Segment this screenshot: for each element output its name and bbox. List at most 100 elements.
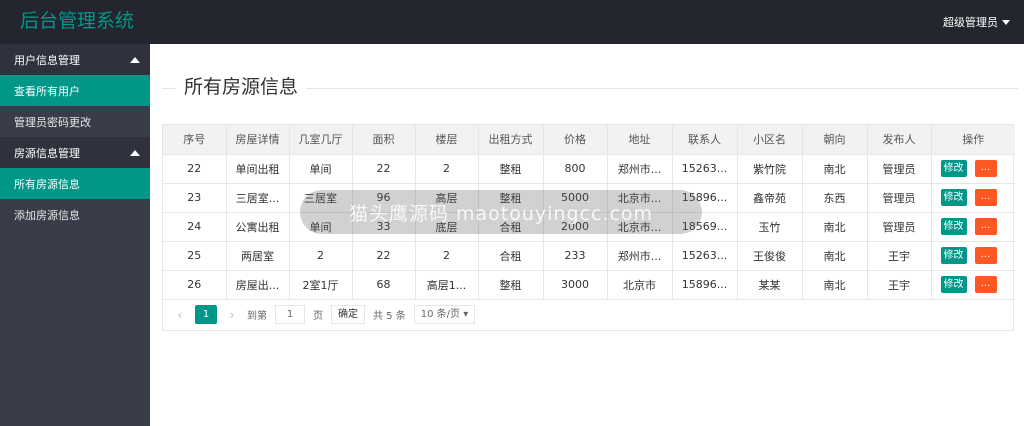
table-cell: 某某 (737, 270, 803, 300)
table-cell: 整租 (478, 270, 544, 300)
column-header: 面积 (352, 125, 416, 155)
table-cell: 王宇 (867, 270, 932, 300)
title-row: 所有房源信息 (162, 75, 1018, 99)
table-cell: 2 (415, 241, 479, 271)
table-cell: 单间出租 (226, 154, 290, 184)
table-cell: 合租 (478, 241, 544, 271)
table-cell: 南北 (802, 154, 868, 184)
table-cell: 王宇 (867, 241, 932, 271)
table-cell: 单间 (289, 154, 353, 184)
table-cell: 王俊俊 (737, 241, 803, 271)
table-cell: 东西 (802, 183, 868, 213)
table-cell: 三居室... (226, 183, 290, 213)
caret-up-icon (130, 56, 140, 63)
column-header: 序号 (163, 125, 227, 155)
table-cell: 233 (543, 241, 608, 271)
main-content: 所有房源信息 序号 房屋详情 几室几厅 面积 楼层 出租方式 价格 地址 联系人 小区名 朝向 发布人… (150, 44, 1024, 426)
column-header: 联系人 (672, 125, 738, 155)
table-cell: 南北 (802, 241, 868, 271)
total-count: 共 5 条 (373, 311, 406, 322)
edit-button[interactable]: 修改 (940, 276, 967, 293)
table-cell: 南北 (802, 212, 868, 242)
table-cell: 25 (163, 241, 227, 271)
table-cell: 管理员 (867, 212, 932, 242)
table-cell: 北京市 (607, 270, 673, 300)
table-cell: 管理员 (867, 183, 932, 213)
table-cell: 两居室 (226, 241, 290, 271)
edit-button[interactable]: 修改 (940, 247, 967, 264)
edit-button[interactable]: 修改 (940, 160, 967, 177)
app-title: 后台管理系统 (20, 10, 135, 32)
column-header: 几室几厅 (289, 125, 353, 155)
sidebar-item-admin-password[interactable]: 管理员密码更改 (0, 106, 150, 137)
sidebar-item-add-house[interactable]: 添加房源信息 (0, 199, 150, 230)
page-size-value: 10 条/页 (420, 309, 461, 320)
goto-page-input[interactable]: 1 (275, 305, 305, 324)
edit-button[interactable]: 修改 (940, 189, 967, 206)
column-header: 地址 (607, 125, 673, 155)
table-cell: 高层1... (415, 270, 479, 300)
top-bar: 后台管理系统 超级管理员 (0, 0, 1024, 44)
column-header: 操作 (931, 125, 1015, 155)
column-header: 价格 (543, 125, 608, 155)
table-cell: 玉竹 (737, 212, 803, 242)
table-cell: 15263... (672, 241, 738, 271)
table-cell: 紫竹院 (737, 154, 803, 184)
sidebar-group-users[interactable]: 用户信息管理 (0, 44, 150, 75)
row-actions: 修改... (931, 241, 1015, 271)
row-actions: 修改... (931, 154, 1015, 184)
column-header: 出租方式 (478, 125, 544, 155)
table-cell: 23 (163, 183, 227, 213)
table-row: 22 单间出租 单间 22 2 整租 800 郑州市... 15263... 紫竹院 南北 管理员 修改… (163, 154, 1015, 184)
delete-button[interactable]: ... (974, 189, 997, 206)
delete-button[interactable]: ... (974, 276, 997, 293)
sidebar-group-label: 用户信息管理 (14, 53, 80, 67)
table-cell: 鑫帝苑 (737, 183, 803, 213)
sidebar-item-all-users[interactable]: 查看所有用户 (0, 75, 150, 106)
delete-button[interactable]: ... (974, 218, 997, 235)
table-cell: 2室1厅 (289, 270, 353, 300)
next-page-button[interactable]: › (225, 308, 239, 322)
page-title: 所有房源信息 (176, 75, 307, 99)
user-name: 超级管理员 (943, 16, 998, 29)
page-size-select[interactable]: 10 条/页 ▾ (413, 305, 476, 324)
table-cell: 22 (352, 154, 416, 184)
column-header: 房屋详情 (226, 125, 290, 155)
edit-button[interactable]: 修改 (940, 218, 967, 235)
column-header: 小区名 (737, 125, 803, 155)
table-cell: 郑州市... (607, 241, 673, 271)
goto-confirm-button[interactable]: 确定 (331, 305, 365, 324)
delete-button[interactable]: ... (974, 247, 997, 264)
caret-up-icon (130, 149, 140, 156)
column-header: 楼层 (415, 125, 479, 155)
row-actions: 修改... (931, 270, 1015, 300)
table-row: 26 房屋出... 2室1厅 68 高层1... 整租 3000 北京市 15896... 某某南… (163, 270, 1015, 300)
row-actions: 修改... (931, 183, 1015, 213)
table-cell: 公寓出租 (226, 212, 290, 242)
column-header: 朝向 (802, 125, 868, 155)
table-cell: 2 (415, 154, 479, 184)
table-row: 25 两居室 2 22 2 合租 233 郑州市... 15263... 王俊俊 南北 王宇 修改... (163, 241, 1015, 271)
table-cell: 26 (163, 270, 227, 300)
table-cell: 2 (289, 241, 353, 271)
prev-page-button[interactable]: ‹ (173, 308, 187, 322)
table-cell: 22 (352, 241, 416, 271)
table-cell: 管理员 (867, 154, 932, 184)
row-actions: 修改... (931, 212, 1015, 242)
table-cell: 24 (163, 212, 227, 242)
table-cell: 15263... (672, 154, 738, 184)
user-menu[interactable]: 超级管理员 (943, 14, 1010, 30)
pagination: ‹ 1 › 到第 1 页 确定 共 5 条 10 条/页 ▾ (163, 300, 1013, 330)
caret-down-icon (1002, 19, 1010, 25)
table-cell: 3000 (543, 270, 608, 300)
table-cell: 郑州市... (607, 154, 673, 184)
column-header: 发布人 (867, 125, 932, 155)
watermark: 猫头鹰源码 maotouyingcc.com (300, 190, 702, 234)
sidebar-item-all-houses[interactable]: 所有房源信息 (0, 168, 150, 199)
sidebar-group-houses[interactable]: 房源信息管理 (0, 137, 150, 168)
current-page-button[interactable]: 1 (195, 305, 217, 324)
table-cell: 22 (163, 154, 227, 184)
sidebar-group-label: 房源信息管理 (14, 146, 80, 160)
delete-button[interactable]: ... (974, 160, 997, 177)
table-cell: 整租 (478, 154, 544, 184)
